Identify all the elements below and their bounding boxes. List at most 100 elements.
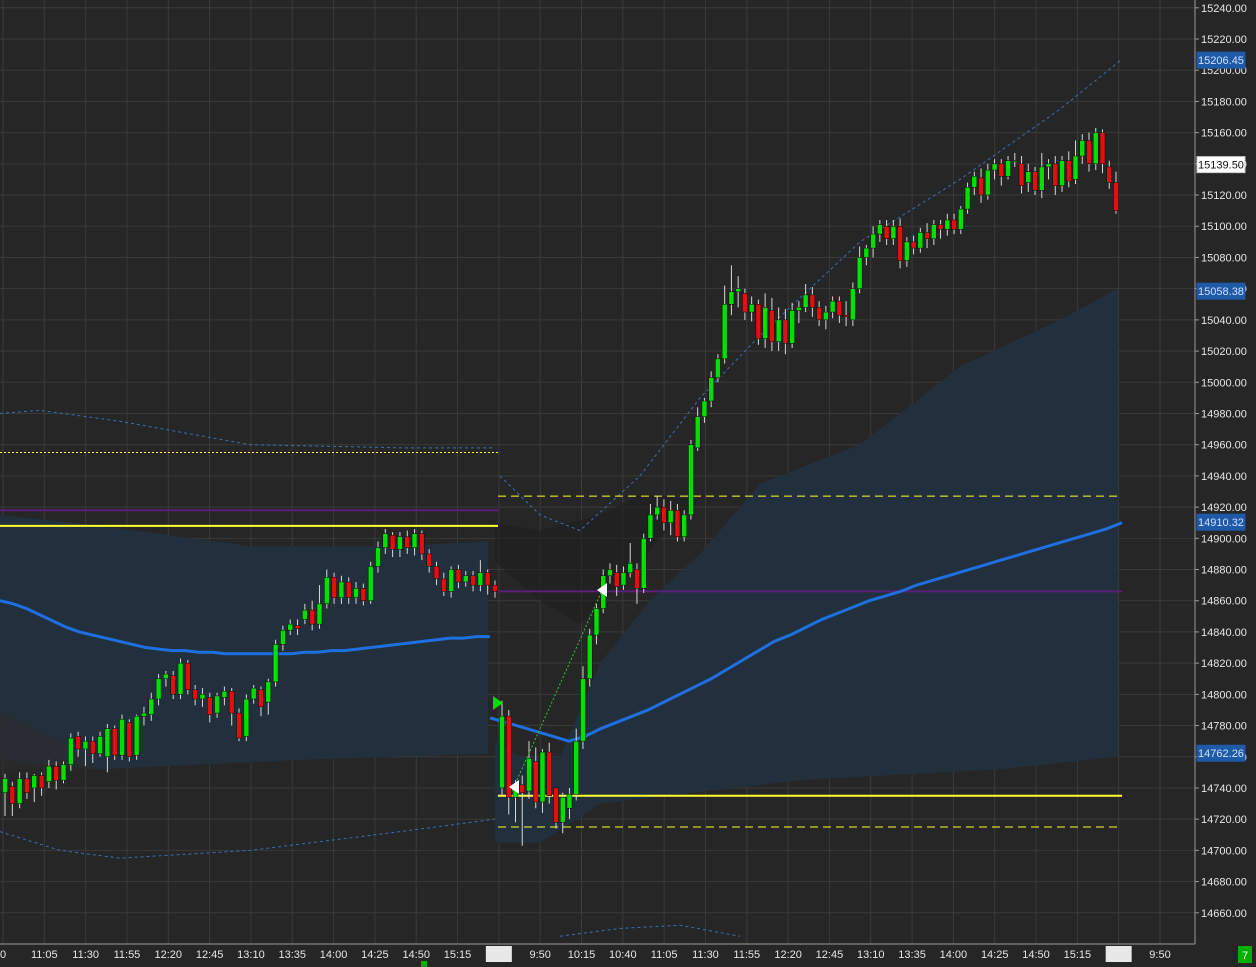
candle-day1-body (141, 712, 147, 717)
candle-day2-body (613, 572, 620, 587)
y-tick-label: 14780.00 (1201, 721, 1247, 733)
candle-day1-body (397, 536, 403, 550)
candle-day2-body (620, 572, 627, 586)
x-tick-label: 11:30 (72, 949, 99, 961)
candle-day2-body (647, 514, 654, 539)
candle-day2-body (593, 608, 600, 636)
candle-day2-body (627, 563, 633, 573)
candle-day1-body (2, 778, 8, 793)
x-tick-label: 11:30 (692, 949, 719, 961)
candle-day2-body (1079, 140, 1086, 157)
price-badge-label: 15058.38 (1198, 286, 1244, 298)
candle-day2-body (674, 509, 681, 538)
candle-day2-body (1099, 132, 1106, 165)
x-tick-label: 13:10 (237, 949, 265, 961)
candle-day2-body (850, 288, 856, 321)
candle-day2-body (505, 715, 512, 798)
candle-day1-body (375, 547, 381, 567)
y-tick-label: 14720.00 (1201, 814, 1247, 826)
candle-day2-body (688, 444, 694, 516)
x-tick-label: 9:50 (1149, 949, 1170, 961)
candle-day1-body (38, 775, 45, 789)
candle-day1-body (258, 689, 264, 708)
corner-badge-text: 7 (1242, 950, 1248, 962)
candle-day2-body (586, 634, 593, 679)
candle-day2-body (971, 176, 978, 188)
y-tick-label: 15080.00 (1201, 252, 1247, 264)
candle-day2-body (964, 186, 971, 210)
candle-day1-body (441, 578, 447, 592)
candle-day2-body (1039, 166, 1045, 191)
candle-day2-body (634, 569, 640, 589)
y-tick-label: 14920.00 (1201, 502, 1247, 514)
y-tick-label: 14960.00 (1201, 440, 1247, 452)
candle-day2-body (917, 232, 924, 249)
candle-day1-body (207, 697, 213, 715)
candle-day2-body (654, 506, 660, 516)
candle-day2-body (985, 169, 991, 196)
candle-day1-body (163, 673, 169, 679)
candle-day1-body (360, 587, 367, 601)
candle-day2-body (553, 787, 559, 823)
y-tick-label: 14800.00 (1201, 689, 1247, 701)
candle-day1-body (82, 740, 89, 750)
y-tick-label: 15100.00 (1201, 221, 1247, 233)
candle-day2-body (701, 400, 708, 417)
candle-day2-body (694, 416, 701, 449)
x-tick-label: 14:00 (320, 949, 348, 961)
y-tick-label: 15040.00 (1201, 315, 1247, 327)
candle-day2-body (910, 241, 917, 249)
price-badge-label: 14762.26 (1198, 748, 1244, 760)
candle-day1-body (294, 625, 301, 630)
x-tick-label: 9:50 (529, 949, 550, 961)
y-tick-label: 14740.00 (1201, 783, 1247, 795)
candle-day1-body (185, 662, 191, 690)
x-tick-label: 14:50 (1022, 949, 1050, 961)
candle-day2-body (1066, 160, 1072, 182)
candle-day1-body (60, 764, 67, 781)
candle-day2-body (782, 319, 789, 344)
x-tick-label: 11:55 (114, 949, 141, 961)
candle-day1-body (316, 603, 323, 625)
candle-day2-body (1005, 160, 1011, 177)
candle-day2-body (1052, 163, 1059, 186)
candle-day2-body (870, 233, 876, 249)
candle-day1-body (24, 778, 30, 793)
candle-day2-body (883, 225, 890, 239)
x-tick-label: 13:35 (278, 949, 306, 961)
candle-day1-body (382, 533, 389, 548)
x-tick-label: 14:25 (361, 949, 389, 961)
candle-day1-body (75, 736, 81, 750)
x-tick-label: 0 (0, 949, 6, 961)
candle-day1-body (97, 736, 103, 754)
y-tick-label: 15240.00 (1201, 3, 1247, 15)
y-tick-label: 14880.00 (1201, 565, 1247, 577)
candle-day2-body (856, 257, 863, 289)
candle-day2-body (755, 304, 762, 339)
candle-day1-body (90, 740, 96, 754)
candle-day1-body (243, 698, 250, 737)
candle-day1-body (426, 553, 432, 567)
candle-day2-body (667, 509, 674, 523)
candle-day1-body (345, 581, 352, 598)
candle-day1-body (192, 689, 198, 700)
x-tick-label: 10:15 (568, 949, 596, 961)
price-chart[interactable]: 14660.00 14680.00 14700.00 14720.00 14740.00… (0, 0, 1256, 967)
candle-day1-body (419, 533, 425, 555)
candle-day1-body (455, 569, 462, 583)
candle-day2-body (809, 294, 816, 308)
x-tick-label: 15:15 (444, 949, 472, 961)
y-tick-label: 15020.00 (1201, 346, 1247, 358)
x-tick-label: 11:05 (31, 949, 58, 961)
candle-day1-body (389, 534, 396, 550)
x-tick-label: 10-7 (1108, 949, 1130, 961)
candle-day1-body (104, 728, 111, 758)
candle-day1-body (477, 572, 484, 586)
x-tick-label: 11:55 (733, 949, 760, 961)
candle-day2-body (566, 793, 573, 809)
x-tick-label: 13:35 (898, 949, 926, 961)
candle-day2-body (1072, 155, 1079, 180)
candle-day2-body (829, 300, 836, 313)
candle-day2-body (1093, 132, 1099, 165)
candle-day1-body (119, 719, 125, 756)
